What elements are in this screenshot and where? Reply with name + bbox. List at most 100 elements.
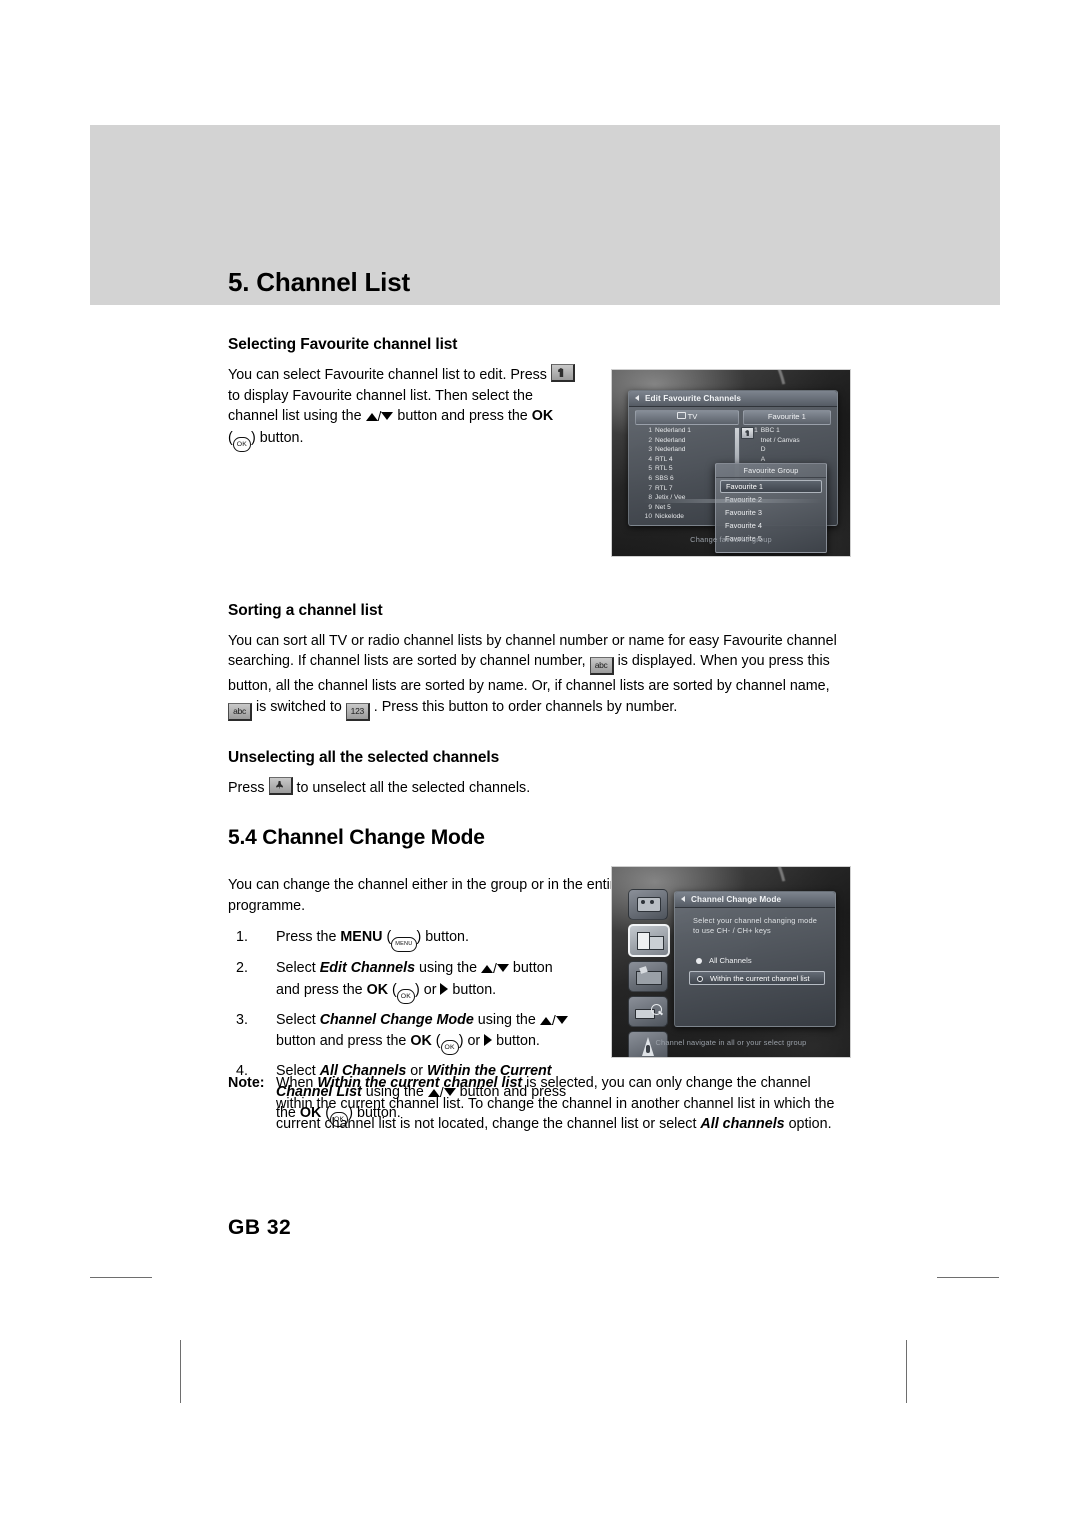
channel-name: Nederland [655,446,686,454]
channel-name: BBC 1 [760,427,780,434]
ok-button-icon: OK [232,436,251,452]
channel-name: Net 5 [655,503,671,511]
channel-edit-icon[interactable] [628,924,670,957]
step2-text-e: ) or [415,981,441,998]
column-header-tv-label: TV [687,412,698,421]
note-text: When Within the current channel list is … [228,1073,840,1135]
preferences-icon[interactable] [628,961,668,992]
screenshot-channel-change-mode: Channel Change Mode Select your channel … [611,866,851,1058]
paragraph-selecting-favourite: You can select Favourite channel list to… [228,364,578,452]
fav-body-text-3: button and press the [397,408,528,424]
chapter-title: 5. Channel List [228,267,410,297]
paragraph-unselecting: Press to unselect all the selected chann… [228,776,840,799]
up-down-arrow-icon: / [539,1010,568,1032]
channel-number: 4 [648,455,652,463]
radio-option[interactable]: All Channels [689,954,825,968]
osd-title-channel-change-mode: Channel Change Mode [675,892,835,908]
heading-selecting-favourite-channel-list: Selecting Favourite channel list [228,336,458,353]
tv-monitor-icon [676,412,686,419]
favourite-list-item[interactable]: D [743,445,829,455]
fav-body-text-1: You can select Favourite channel list to… [228,367,547,383]
channel-name: Nederland 1 [655,427,691,434]
channel-name: SBS 6 [655,474,674,482]
ok-label: OK [531,408,554,424]
favourite-group-item[interactable]: Favourite 4 [720,519,822,532]
step2-text-b: using the [415,960,482,976]
step-item-1: 1. Press the MENU (MENU) button. [228,927,580,952]
step-item-3: 3. Select Channel Change Mode using the /… [228,1010,580,1055]
search-icon[interactable] [628,996,668,1027]
channel-list-item[interactable]: 3 Nederland [637,445,739,455]
column-header-tv[interactable]: TV [635,410,739,425]
favourite-group-item[interactable]: Favourite 1 [720,480,822,493]
channel-name: D [760,446,766,454]
step2-text-f: button. [448,981,497,998]
menu-icon-rail [628,889,670,1057]
radio-option-label: All Channels [709,956,752,965]
osd-panel-favourite: Edit Favourite Channels TV Favourite 1 1… [628,390,838,553]
channel-name: Nederland [655,436,686,444]
sorting-text-4: . Press this button to order channels by… [373,698,678,715]
osd-panel-channel-change-mode: Channel Change Mode Select your channel … [674,891,836,1027]
radio-option[interactable]: Within the current channel list [689,971,825,985]
page-footer: GB 32 [228,1216,292,1239]
heading-sorting-a-channel-list: Sorting a channel list [228,601,383,619]
channel-name: A [760,455,766,463]
manual-page: 5. Channel List Selecting Favourite chan… [0,0,1080,1527]
123-key-icon: 123 [345,702,370,721]
step1-text-a: Press the [276,929,341,945]
note-block: Note: When Within the current channel li… [228,1073,840,1135]
ok-label: OK [410,1033,432,1049]
step1-text-c: ) button. [416,929,469,945]
note-em-1: Within the current channel list [317,1075,523,1091]
radio-selected-icon [697,976,703,982]
favourite-group-popup-title: Favourite Group [716,464,826,478]
channel-number: 3 [648,446,652,454]
step3-text-d: ( [431,1033,441,1049]
channel-name: Nickelode [655,513,684,519]
favourite-list-item[interactable]: tnet / Canvas [743,436,829,446]
step3-text-f: button. [492,1033,540,1049]
channel-list-item[interactable]: 2 Nederland [637,436,739,446]
note-em-2: All channels [700,1116,785,1132]
favourite-key-icon [550,364,575,382]
channel-list-item[interactable]: 1 Nederland 1 [637,426,739,436]
step2-text-a: Select [276,960,320,976]
up-down-arrow-icon: / [481,958,509,980]
step-number-1: 1. [236,929,248,945]
unselect-text-1: Press [228,779,265,796]
note-text-1: When [276,1075,314,1091]
crop-mark-bottom-left [180,1340,181,1403]
osd-hint-channel-change-mode: Channel navigate in all or your select g… [655,1038,807,1047]
crop-mark-right-lower [937,1277,999,1278]
channel-number: 1 [648,427,652,434]
tv-stand [643,499,823,503]
channel-number: 9 [648,503,652,511]
favourite-group-item[interactable]: Favourite 3 [720,506,822,519]
abc-key-icon-1: abc [589,657,614,675]
channel-change-mode-options[interactable]: All Channels Within the current channel l… [689,954,825,988]
step2-text-d: ( [388,981,397,998]
channel-number: 2 [648,436,652,444]
channel-name: RTL 5 [655,465,673,473]
ok-button-icon: OK [440,1040,459,1055]
osd-description-line-2: to use CH- / CH+ keys [693,926,771,935]
favourite-badge-icon [740,427,754,439]
osd-hint-favourite: Change favourite group [690,535,772,544]
channel-number: 5 [648,465,652,473]
installation-icon[interactable] [628,889,668,920]
screenshot-edit-favourite-channels: Edit Favourite Channels TV Favourite 1 1… [611,369,851,557]
right-arrow-icon [484,1034,493,1046]
paragraph-sorting: You can sort all TV or radio channel lis… [228,631,840,722]
ok-label: OK [366,981,389,998]
column-header-favourite[interactable]: Favourite 1 [742,410,831,425]
osd-title-favourite: Edit Favourite Channels [629,391,837,407]
channel-change-mode-label: Channel Change Mode [319,1011,474,1028]
fav-body-text-4: ) button. [251,429,304,446]
ok-button-icon: OK [396,988,416,1004]
osd-description: Select your channel changing mode to use… [693,916,817,936]
unselect-key-icon [268,776,293,795]
back-arrow-icon [635,395,639,401]
favourite-list-item[interactable]: 71 BBC 1 [743,426,829,436]
channel-number: 6 [648,474,652,482]
